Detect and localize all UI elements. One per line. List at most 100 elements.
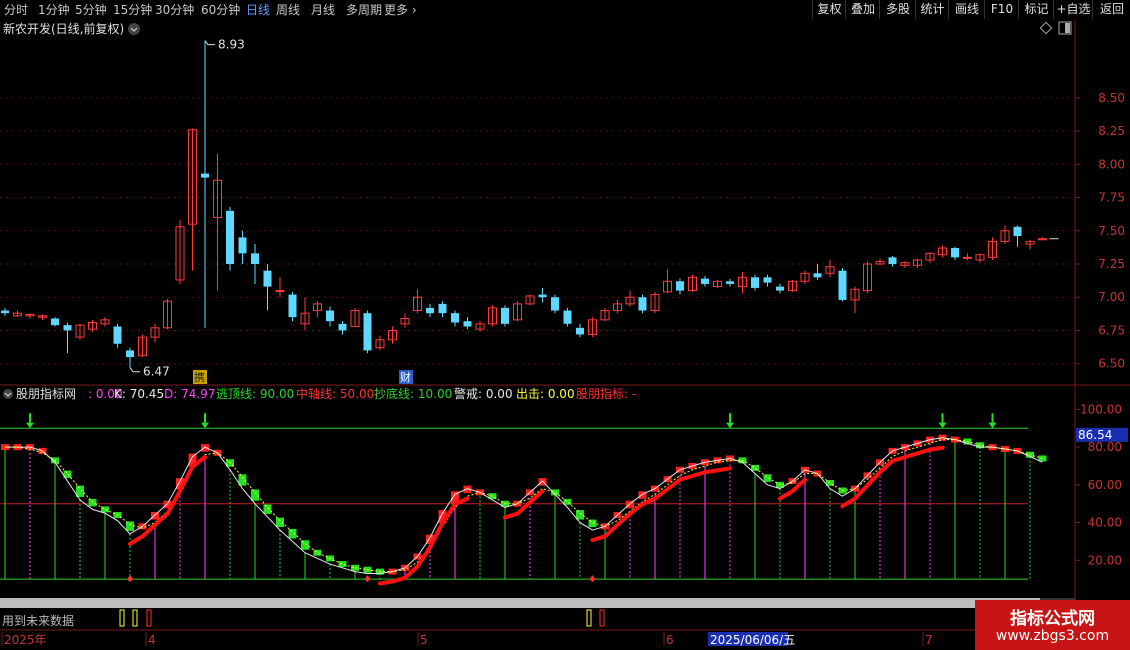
price-tick-label: 7.00 — [1098, 290, 1125, 304]
toolbar-button-1[interactable]: 叠加 — [845, 0, 880, 19]
window-toggle-fill — [1065, 23, 1070, 33]
indicator-tick-label: 80.00 — [1088, 440, 1122, 454]
kline-chart[interactable]: 新农开发(日线,前复权) 8.50 8.25 8.00 7.75 7.50 7.25 7.0… — [0, 20, 1130, 650]
toolbar-button-0[interactable]: 复权 — [812, 0, 846, 19]
indicator-value-4: 中轴线: 50.00 — [296, 386, 374, 401]
watermark-title: 指标公式网 — [1010, 609, 1095, 629]
candle-body-down — [201, 173, 209, 178]
candle-body-down — [51, 318, 59, 326]
price-tick-label: 6.75 — [1098, 323, 1125, 337]
indicator-tick-label: 100.00 — [1080, 402, 1122, 416]
candle-body-down — [751, 277, 759, 288]
toolbar-button-4[interactable]: 画线 — [948, 0, 985, 19]
indicator-value-3: 逃顶线: 90.00 — [216, 387, 294, 401]
watermark-url: www.zbgs3.com — [995, 628, 1110, 644]
candle-body-down — [726, 281, 734, 284]
badge-1: 携 — [194, 370, 205, 384]
period-tab-8[interactable]: 月线 — [311, 2, 335, 18]
candle-body-down — [238, 237, 247, 254]
chart-background — [0, 20, 1130, 650]
candle-body-down — [288, 294, 297, 318]
kd-block — [276, 517, 284, 528]
candle-body-down — [701, 278, 709, 284]
price-tick-label: 8.25 — [1098, 124, 1125, 138]
toolbar-button-6[interactable]: 标记 — [1018, 0, 1054, 19]
candle-body-down — [951, 248, 959, 258]
kd-block — [101, 506, 109, 513]
kd-block — [763, 474, 772, 482]
candle-body-down — [1013, 226, 1022, 237]
price-tick-label: 7.25 — [1098, 257, 1125, 271]
gray-band — [0, 598, 1040, 608]
kd-block — [351, 564, 359, 571]
candle-body-down — [438, 303, 447, 314]
indicator-value-1: K: 70.45 — [114, 387, 164, 401]
candle-body-down — [63, 325, 72, 331]
kd-block — [751, 464, 759, 471]
period-tab-5[interactable]: 60分钟 — [201, 2, 240, 18]
high-price-label: 8.93 — [218, 38, 245, 52]
candle-body-down — [638, 297, 647, 311]
indicator-tick-label: 60.00 — [1088, 478, 1122, 492]
candle-body-up — [275, 290, 285, 293]
indicator-name: 股朋指标网 — [16, 386, 76, 401]
candle-body-down — [451, 313, 459, 323]
candle-body-down — [563, 310, 572, 324]
toolbar-button-5[interactable]: F10 — [984, 0, 1019, 19]
candle-body-down — [226, 210, 234, 264]
badge-2: 财 — [400, 370, 411, 384]
candle-body-down — [776, 286, 784, 291]
stock-title: 新农开发(日线,前复权) — [3, 21, 124, 36]
indicator-title: 股朋指标网: 0.00K: 70.45 D: 74.97 逃顶线: 90.00 中轴线… — [3, 386, 636, 401]
candle-body-down — [463, 321, 472, 327]
date-label: 2025/06/06/五 — [710, 633, 795, 647]
indicator-tick-label: 40.00 — [1088, 516, 1122, 530]
kd-block — [288, 529, 297, 539]
period-tab-9[interactable]: 多周期 — [346, 2, 382, 18]
kd-block — [88, 498, 97, 507]
candle-body-down — [763, 277, 772, 283]
candle-body-down — [813, 273, 822, 278]
candle-body-down — [501, 307, 509, 324]
candle-body-up — [963, 256, 972, 259]
watermark: 指标公式网 www.zbgs3.com — [975, 600, 1130, 650]
indicator-tick-label: 20.00 — [1088, 553, 1122, 567]
title-dropdown-icon[interactable] — [128, 23, 140, 35]
period-tab-10[interactable]: 更多 › — [384, 2, 417, 18]
time-tick-label: 2025年 — [4, 633, 47, 647]
indicator-value-8: 股朋指标: - — [576, 386, 636, 401]
toolbar-button-7[interactable]: +自选 — [1053, 0, 1093, 19]
period-tab-7[interactable]: 周线 — [276, 2, 300, 18]
candle-body-down — [426, 307, 434, 314]
time-tick-label: 5 — [420, 633, 428, 647]
candle-body-down — [538, 294, 547, 298]
candle-body-up — [1038, 238, 1047, 241]
period-toolbar: 分时 1分钟 5分钟 15分钟 30分钟 60分钟 日线 周线 月线 多周期 更多 › 复权 叠加 多股统… — [0, 0, 1130, 21]
kd-block — [263, 504, 272, 514]
period-tab-6[interactable]: 日线 — [246, 2, 270, 18]
low-price-label: 6.47 — [143, 365, 170, 379]
toolbar-button-8[interactable]: 返回 — [1092, 0, 1130, 19]
time-tick-label: 6 — [666, 633, 674, 647]
future-data-label: 用到未来数据 — [2, 613, 74, 628]
period-tab-3[interactable]: 15分钟 — [113, 2, 152, 18]
candle-body-down — [363, 313, 372, 351]
kd-block — [301, 540, 309, 550]
candle-body-down — [838, 270, 847, 300]
candle-body-down — [576, 327, 584, 335]
candle-body-down — [113, 326, 122, 344]
period-tab-1[interactable]: 1分钟 — [38, 2, 70, 18]
price-tick-label: 6.50 — [1098, 357, 1125, 371]
period-tab-0[interactable]: 分时 — [4, 2, 28, 18]
candle-body-down — [338, 323, 347, 331]
kd-block — [576, 510, 584, 520]
indicator-value-7: 出击: 0.00 — [516, 387, 575, 401]
candle-body-down — [251, 253, 259, 264]
period-tab-4[interactable]: 30分钟 — [155, 2, 194, 18]
toolbar-button-2[interactable]: 多股 — [879, 0, 916, 19]
indicator-dropdown-icon — [3, 389, 13, 399]
toolbar-button-3[interactable]: 统计 — [915, 0, 949, 19]
current-value-label: 86.54 — [1078, 428, 1112, 442]
candle-body-down — [326, 310, 334, 322]
period-tab-2[interactable]: 5分钟 — [75, 2, 107, 18]
